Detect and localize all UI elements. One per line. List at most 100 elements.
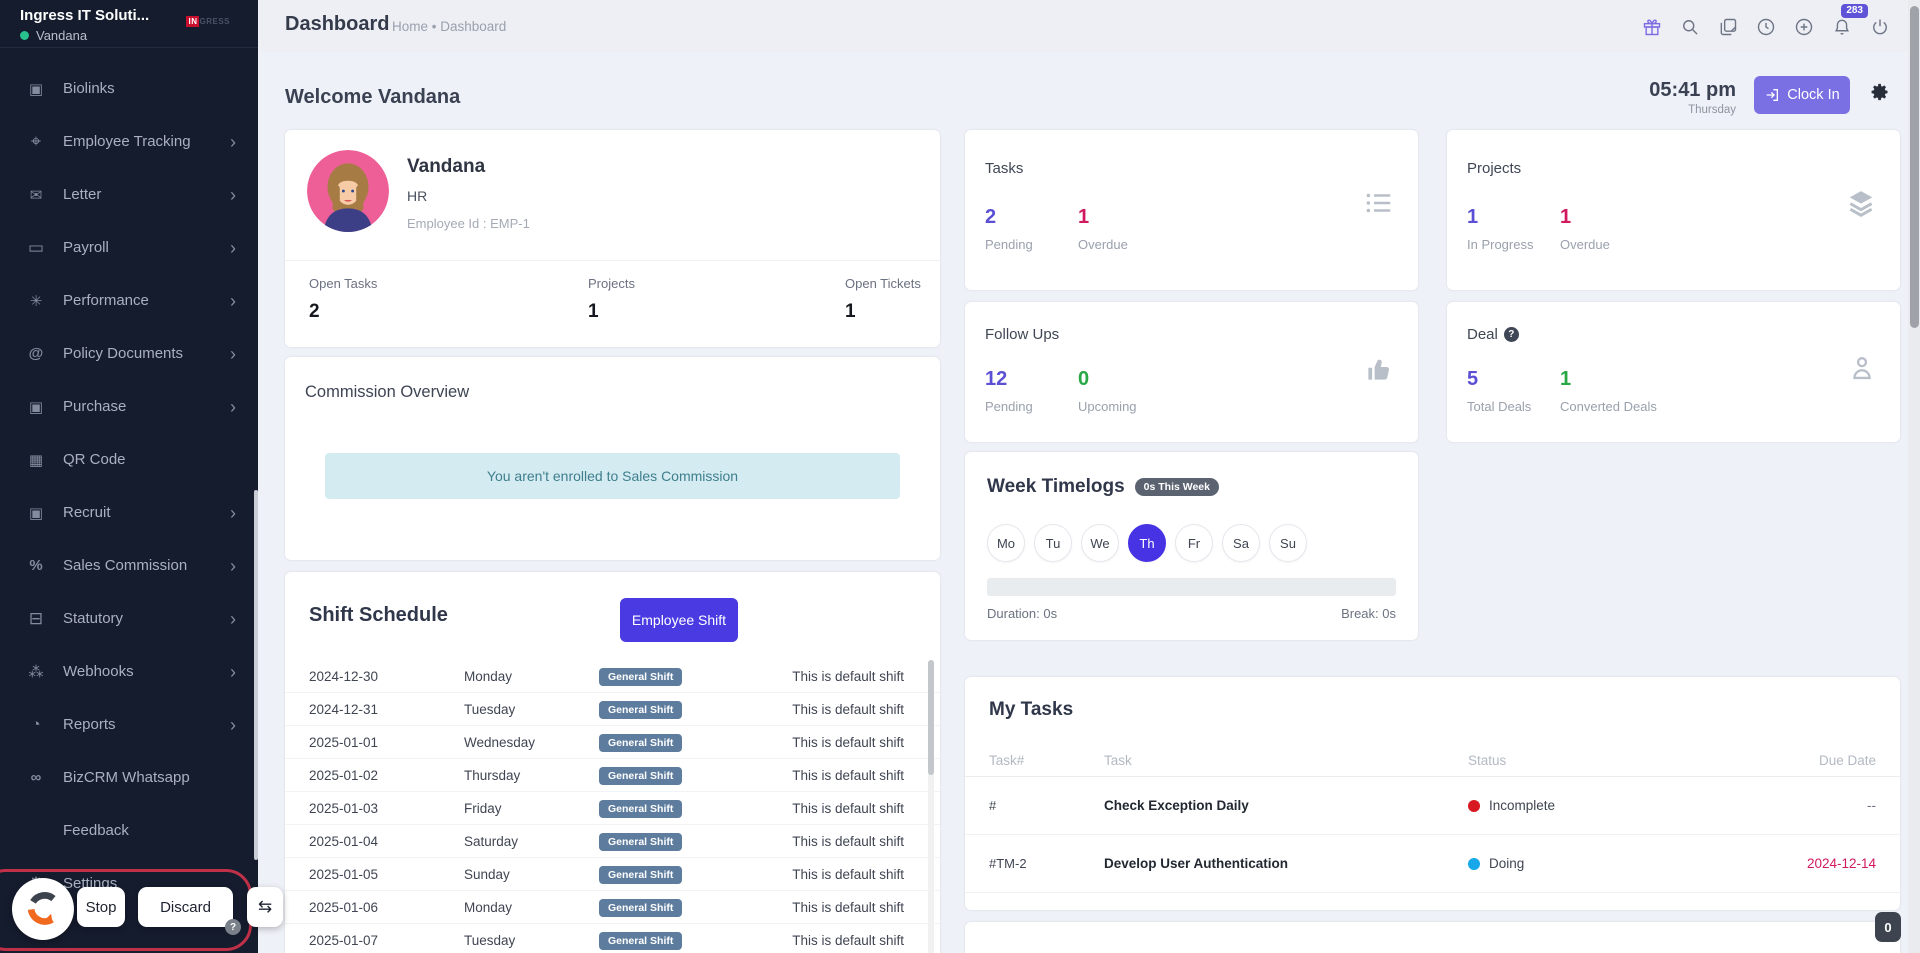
shift-row[interactable]: 2025-01-01 Wednesday General Shift This … bbox=[285, 726, 940, 759]
help-icon[interactable]: ? bbox=[225, 919, 241, 935]
day-circle[interactable]: Sa bbox=[1222, 524, 1260, 562]
my-tasks-title: My Tasks bbox=[989, 699, 1073, 721]
clock-in-button[interactable]: Clock In bbox=[1754, 76, 1850, 114]
shift-day: Monday bbox=[464, 669, 599, 684]
shift-note: This is default shift bbox=[759, 768, 904, 783]
left-column: Vandana HR Employee Id : EMP-1 Open Task… bbox=[285, 130, 940, 953]
gift-icon[interactable] bbox=[1642, 17, 1662, 37]
sidebar-item[interactable]: Letter › bbox=[0, 168, 258, 221]
power-icon[interactable] bbox=[1870, 17, 1890, 37]
sidebar-item[interactable]: BizCRM Whatsapp › bbox=[0, 751, 258, 804]
shift-row[interactable]: 2025-01-04 Saturday General Shift This i… bbox=[285, 825, 940, 858]
sidebar-item[interactable]: Policy Documents › bbox=[0, 327, 258, 380]
swap-arrows-button[interactable]: ⇆ bbox=[247, 887, 283, 927]
shift-badge: General Shift bbox=[599, 800, 682, 818]
plus-circle-icon[interactable] bbox=[1794, 17, 1814, 37]
notification-count-badge: 283 bbox=[1841, 4, 1868, 18]
sidebar-item-label: Policy Documents bbox=[63, 345, 183, 362]
shift-date: 2025-01-01 bbox=[309, 735, 464, 750]
shift-badge: General Shift bbox=[599, 701, 682, 719]
sidebar-item[interactable]: Recruit › bbox=[0, 486, 258, 539]
shift-row[interactable]: 2025-01-05 Sunday General Shift This is … bbox=[285, 858, 940, 891]
page-scrollbar[interactable] bbox=[1908, 0, 1920, 953]
task-row[interactable]: #TM-2 Develop User Authentication Doing … bbox=[965, 835, 1900, 893]
sidebar-item-label: Employee Tracking bbox=[63, 133, 191, 150]
page-title: Dashboard bbox=[285, 13, 389, 36]
sidebar-header: Ingress IT Soluti... INGRESS Vandana bbox=[0, 0, 258, 48]
shift-note: This is default shift bbox=[759, 702, 904, 717]
day-circle[interactable]: Su bbox=[1269, 524, 1307, 562]
sidebar-item-icon bbox=[25, 504, 47, 522]
shift-date: 2025-01-07 bbox=[309, 933, 464, 948]
sidebar-item-icon bbox=[25, 609, 47, 629]
shift-day: Tuesday bbox=[464, 933, 599, 948]
shift-badge: General Shift bbox=[599, 767, 682, 785]
shift-row[interactable]: 2024-12-30 Monday General Shift This is … bbox=[285, 660, 940, 693]
shift-date: 2024-12-31 bbox=[309, 702, 464, 717]
stop-button[interactable]: Stop bbox=[77, 887, 125, 927]
shift-note: This is default shift bbox=[759, 867, 904, 882]
sidebar-item[interactable]: Biolinks › bbox=[0, 62, 258, 115]
chevron-right-icon: › bbox=[230, 398, 236, 416]
avatar[interactable] bbox=[307, 150, 389, 232]
task-status: Incomplete bbox=[1468, 798, 1798, 813]
page-scrollbar-thumb[interactable] bbox=[1910, 6, 1919, 328]
dashboard-settings-gear-icon[interactable] bbox=[1870, 82, 1890, 102]
chevron-right-icon: › bbox=[230, 716, 236, 734]
sidebar-item[interactable]: Webhooks › bbox=[0, 645, 258, 698]
day-circle[interactable]: Fr bbox=[1175, 524, 1213, 562]
sidebar-item[interactable]: Reports › bbox=[0, 698, 258, 751]
timelog-duration: Duration: 0s bbox=[987, 606, 1057, 621]
sidebar-item-icon bbox=[25, 131, 47, 152]
shift-row[interactable]: 2025-01-06 Monday General Shift This is … bbox=[285, 891, 940, 924]
status-dot bbox=[1468, 800, 1480, 812]
company-name[interactable]: Ingress IT Soluti... bbox=[20, 7, 149, 24]
sidebar-item[interactable]: QR Code › bbox=[0, 433, 258, 486]
chevron-right-icon: › bbox=[230, 133, 236, 151]
shift-badge: General Shift bbox=[599, 899, 682, 917]
shift-date: 2025-01-06 bbox=[309, 900, 464, 915]
sidebar-item[interactable]: Employee Tracking › bbox=[0, 115, 258, 168]
sidebar-item[interactable]: Sales Commission › bbox=[0, 539, 258, 592]
shift-rows: 2024-12-30 Monday General Shift This is … bbox=[285, 660, 940, 953]
shift-day: Thursday bbox=[464, 768, 599, 783]
shift-badge: General Shift bbox=[599, 932, 682, 950]
shift-list-scrollbar[interactable] bbox=[928, 660, 934, 953]
clock-icon[interactable] bbox=[1756, 17, 1776, 37]
chevron-right-icon: › bbox=[230, 557, 236, 575]
task-row[interactable]: # Check Exception Daily Incomplete -- bbox=[965, 777, 1900, 835]
deal-help-icon[interactable]: ? bbox=[1504, 327, 1519, 342]
my-tasks-rows: # Check Exception Daily Incomplete -- #T… bbox=[965, 777, 1900, 893]
breadcrumb[interactable]: Home • Dashboard bbox=[392, 19, 506, 34]
shift-row[interactable]: 2025-01-07 Tuesday General Shift This is… bbox=[285, 924, 940, 953]
notes-icon[interactable] bbox=[1718, 17, 1738, 37]
shift-row[interactable]: 2024-12-31 Tuesday General Shift This is… bbox=[285, 693, 940, 726]
shift-list-scroll-thumb[interactable] bbox=[928, 660, 934, 775]
shift-note: This is default shift bbox=[759, 933, 904, 948]
divider bbox=[285, 260, 940, 261]
day-circle[interactable]: Th bbox=[1128, 524, 1166, 562]
shift-date: 2024-12-30 bbox=[309, 669, 464, 684]
shift-day: Saturday bbox=[464, 834, 599, 849]
day-circle[interactable]: Tu bbox=[1034, 524, 1072, 562]
sidebar-item[interactable]: Statutory › bbox=[0, 592, 258, 645]
search-icon[interactable] bbox=[1680, 17, 1700, 37]
shift-row[interactable]: 2025-01-03 Friday General Shift This is … bbox=[285, 792, 940, 825]
discard-button[interactable]: Discard bbox=[138, 887, 233, 927]
sidebar-item[interactable]: Payroll › bbox=[0, 221, 258, 274]
sidebar-item-icon bbox=[25, 557, 47, 574]
employee-shift-button[interactable]: Employee Shift bbox=[620, 598, 738, 642]
sidebar-item[interactable]: Purchase › bbox=[0, 380, 258, 433]
sidebar-scrollbar[interactable] bbox=[254, 490, 258, 860]
sidebar-item[interactable]: Feedback › bbox=[0, 804, 258, 857]
open-tickets-stat: Open Tickets 1 bbox=[845, 276, 921, 323]
bell-icon[interactable] bbox=[1832, 17, 1852, 37]
sidebar-item-icon bbox=[25, 663, 47, 681]
day-circle[interactable]: We bbox=[1081, 524, 1119, 562]
recorder-logo-button[interactable] bbox=[12, 878, 74, 940]
deal-converted-metric: 1 Converted Deals bbox=[1560, 368, 1657, 414]
sidebar-item[interactable]: Performance › bbox=[0, 274, 258, 327]
shift-row[interactable]: 2025-01-02 Thursday General Shift This i… bbox=[285, 759, 940, 792]
followups-upcoming-metric: 0 Upcoming bbox=[1078, 368, 1137, 414]
day-circle[interactable]: Mo bbox=[987, 524, 1025, 562]
